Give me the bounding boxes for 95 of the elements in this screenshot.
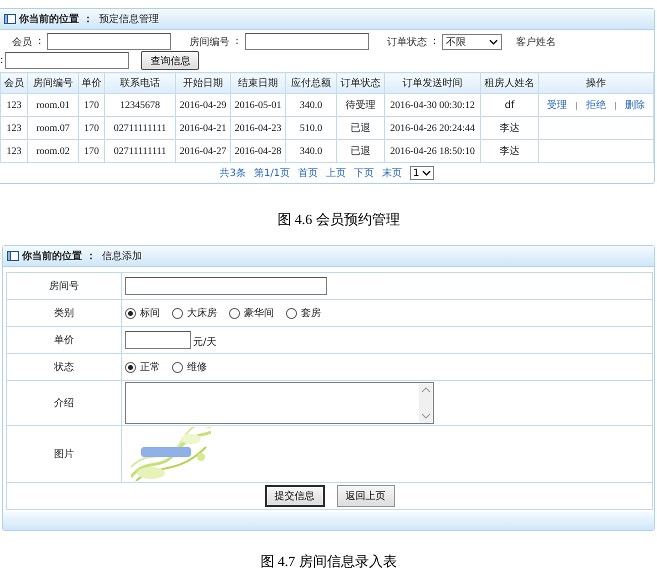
table-cell: 李达	[480, 116, 538, 140]
pager-link[interactable]: 首页	[298, 166, 318, 180]
column-header: 订单状态	[336, 72, 384, 94]
column-header: 会员	[0, 72, 28, 94]
table-cell: 340.0	[286, 94, 336, 116]
table-cell: 已退	[336, 140, 384, 162]
filter-colon: :	[0, 55, 4, 66]
filter-colon: :	[38, 36, 42, 47]
page-indicator: 第1/1页	[254, 167, 290, 180]
chevron-icon	[489, 38, 498, 44]
table-cell: 2016-04-26 18:50:10	[384, 140, 480, 162]
field-label: 图片	[6, 426, 122, 482]
radio-option[interactable]: 正常	[125, 360, 160, 374]
location-colon: ：	[86, 250, 96, 263]
table-cell: 170	[78, 140, 104, 162]
table-cell: 510.0	[286, 116, 336, 140]
table-cell: 2016-04-29	[176, 94, 230, 116]
table-cell: room.07	[28, 116, 78, 140]
table-cell: room.01	[28, 94, 78, 116]
table-cell: 2016-04-21	[176, 116, 230, 140]
table-cell: 2016-05-01	[230, 94, 286, 116]
query-button[interactable]: 查询信息	[141, 51, 200, 70]
table-cell: 123	[0, 94, 28, 116]
table-cell: 12345678	[104, 94, 176, 116]
table-cell: 待受理	[336, 94, 384, 116]
radio-option[interactable]: 标间	[125, 306, 160, 320]
table-cell: 02711111111	[104, 116, 176, 140]
filter-input[interactable]	[244, 33, 369, 50]
field-label: 类别	[6, 300, 122, 326]
column-header: 房间编号	[28, 72, 78, 94]
scrollbar-icon	[419, 383, 433, 423]
pager-link[interactable]: 末页	[382, 166, 402, 180]
action-link[interactable]: 受理	[547, 100, 567, 111]
unit-label: 元/天	[193, 336, 216, 349]
status-select[interactable]: 不限	[442, 34, 502, 50]
field-label: 介绍	[6, 380, 122, 426]
table-cell: 2016-04-28	[230, 140, 286, 162]
back-button[interactable]: 返回上页	[336, 485, 394, 507]
table-cell: 2016-04-27	[176, 140, 230, 162]
field-label: 状态	[6, 354, 122, 380]
radio-option[interactable]: 豪华间	[229, 306, 274, 320]
price-input[interactable]	[125, 331, 191, 349]
filter-label: 会员	[12, 36, 32, 48]
chevron-icon	[422, 170, 432, 176]
filter-label: 客户姓名	[516, 36, 556, 48]
location-value: 预定信息管理	[99, 12, 159, 26]
record-count: 共3条	[220, 166, 246, 180]
table-cell: 340.0	[286, 140, 336, 162]
table-cell: 02711111111	[104, 140, 176, 162]
submit-button[interactable]: 提交信息	[264, 485, 324, 507]
filter-input[interactable]	[5, 52, 130, 69]
table-cell: df	[480, 94, 538, 116]
figure-caption: 图 4.7 房间信息录入表	[259, 553, 398, 571]
action-link[interactable]: 拒绝	[586, 100, 606, 111]
radio-option[interactable]: 大床房	[172, 306, 217, 320]
column-header: 订单发送时间	[384, 72, 480, 94]
table-cell: 123	[0, 140, 28, 162]
location-label: 你当前的位置	[22, 250, 82, 263]
location-label: 你当前的位置	[19, 12, 79, 26]
filter-input[interactable]	[47, 33, 172, 50]
action-link[interactable]: 删除	[625, 100, 645, 111]
table-cell: 2016-04-30 00:30:12	[384, 94, 480, 116]
column-header: 操作	[538, 72, 654, 94]
filter-colon: :	[432, 36, 436, 47]
filter-label: 订单状态	[386, 36, 427, 48]
page-select[interactable]: 1	[410, 166, 434, 180]
table-cell: 170	[78, 116, 104, 140]
field-label: 单价	[6, 326, 122, 354]
window-icon	[7, 251, 19, 261]
description-textarea[interactable]	[125, 382, 434, 424]
filter-label: 房间编号	[189, 36, 230, 48]
radio-option[interactable]: 维修	[172, 360, 207, 374]
location-value: 信息添加	[102, 250, 142, 263]
pager-link[interactable]: 上页	[326, 166, 346, 180]
figure-caption: 图 4.6 会员预约管理	[276, 212, 401, 229]
column-header: 结束日期	[230, 72, 286, 94]
table-cell: 123	[0, 116, 28, 140]
column-header: 单价	[78, 72, 104, 94]
filter-colon: :	[235, 36, 239, 47]
table-cell: 170	[78, 94, 104, 116]
table-cell: room.02	[28, 140, 78, 162]
radio-option[interactable]: 套房	[286, 306, 321, 320]
column-header: 开始日期	[176, 72, 230, 94]
column-header: 联系电话	[104, 72, 176, 94]
window-icon	[4, 14, 16, 24]
column-header: 租房人姓名	[480, 72, 538, 94]
table-cell: 2016-04-26 20:24:44	[384, 116, 480, 140]
pager-link[interactable]: 下页	[354, 166, 374, 180]
column-header: 应付总额	[286, 72, 336, 94]
table-cell: 2016-04-23	[230, 116, 286, 140]
table-cell: 李达	[480, 140, 538, 162]
location-colon: ：	[83, 13, 93, 26]
room-number-input[interactable]	[125, 277, 327, 295]
table-cell: 已退	[336, 116, 384, 140]
field-label: 房间号	[6, 272, 122, 300]
